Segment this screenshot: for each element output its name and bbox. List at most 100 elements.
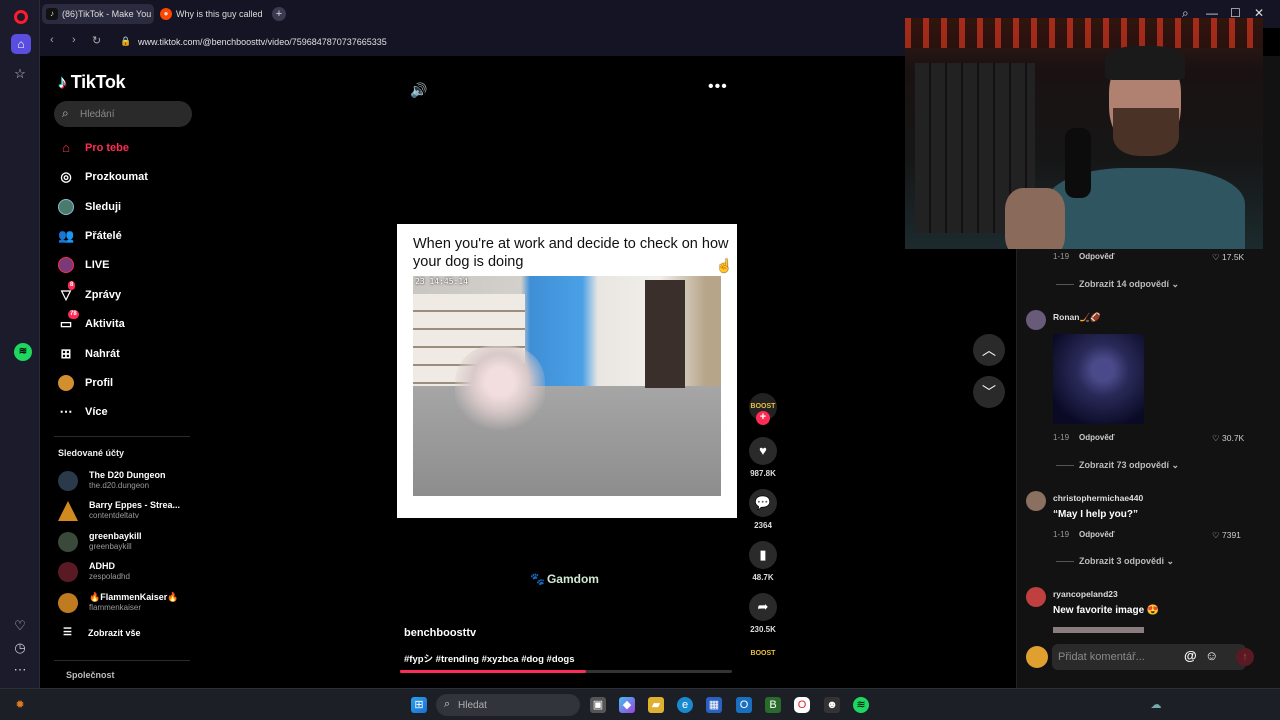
send-comment-icon[interactable]: ↑ bbox=[1236, 648, 1254, 666]
comment-icon[interactable]: 💬 bbox=[749, 489, 777, 517]
save-action[interactable]: ▮ 48.7K bbox=[748, 541, 778, 582]
reply-button[interactable]: Odpověď bbox=[1079, 252, 1115, 261]
previous-video-button[interactable]: ︿ bbox=[973, 334, 1005, 366]
opera-icon[interactable]: O bbox=[794, 697, 810, 713]
opera-logo-icon[interactable] bbox=[14, 10, 28, 24]
tiktok-logo[interactable]: ♪ TikTok bbox=[58, 72, 126, 93]
nav-upload[interactable]: ⊞ Nahrát bbox=[56, 343, 196, 365]
commenter-avatar[interactable] bbox=[1026, 587, 1046, 607]
reply-button[interactable]: Odpověď bbox=[1079, 433, 1115, 442]
view-replies-button[interactable]: Zobrazit 3 odpovědi ⌄ bbox=[1056, 556, 1174, 567]
like-action[interactable]: ♥ 987.8K bbox=[748, 437, 778, 478]
copilot-icon[interactable]: ◆ bbox=[619, 697, 635, 713]
video-hashtags[interactable]: #fypシ #trending #xyzbca #dog #dogs bbox=[404, 651, 575, 665]
video-author[interactable]: benchboosttv bbox=[404, 627, 476, 639]
heart-icon[interactable]: ♡ bbox=[12, 618, 28, 634]
comment-date: 1-19 bbox=[1053, 433, 1070, 442]
spotify-icon[interactable]: ≋ bbox=[14, 343, 32, 361]
account-handle: flammenkaiser bbox=[89, 603, 142, 612]
nav-following[interactable]: Sleduji bbox=[56, 196, 196, 218]
commenter-name[interactable]: Ronan🏒🏈 bbox=[1053, 312, 1101, 323]
mention-icon[interactable]: @ bbox=[1184, 648, 1197, 663]
nav-friends[interactable]: 👥 Přátelé bbox=[56, 225, 196, 247]
view-replies-label: Zobrazit 3 odpovědi bbox=[1079, 556, 1165, 566]
comment-likes[interactable]: ♡ 7391 bbox=[1212, 530, 1241, 541]
company-link[interactable]: Společnost bbox=[66, 670, 115, 680]
comment-image[interactable] bbox=[1053, 627, 1144, 633]
share-count: 230.5K bbox=[750, 625, 776, 634]
search-box[interactable]: ⌕ bbox=[54, 101, 192, 127]
commenter-name[interactable]: ryancopeland23 bbox=[1053, 589, 1118, 599]
logo-text: TikTok bbox=[70, 72, 126, 92]
history-icon[interactable]: ◷ bbox=[12, 640, 28, 656]
star-icon[interactable]: ☆ bbox=[12, 66, 28, 82]
nav-explore[interactable]: ◎ Prozkoumat bbox=[56, 166, 196, 188]
share-action[interactable]: ➦ 230.5K bbox=[748, 593, 778, 634]
friends-icon: 👥 bbox=[58, 228, 75, 243]
account-item[interactable]: Barry Eppes - Strea... contentdeltatv bbox=[58, 498, 198, 524]
taskbar-search[interactable]: ⌕ bbox=[436, 694, 580, 716]
account-item[interactable]: The D20 Dungeon the.d20.dungeon bbox=[58, 468, 198, 494]
back-icon[interactable]: ‹ bbox=[50, 34, 54, 46]
nav-profile[interactable]: Profil bbox=[56, 372, 196, 394]
edge-icon[interactable]: e bbox=[677, 697, 693, 713]
widget-icon[interactable]: ✹ bbox=[12, 697, 28, 713]
tab-tiktok[interactable]: ♪ (86)TikTok - Make You bbox=[42, 4, 154, 24]
comment-date: 1-19 bbox=[1053, 252, 1070, 261]
share-icon[interactable]: ➦ bbox=[749, 593, 777, 621]
comment-image[interactable] bbox=[1053, 334, 1144, 424]
commenter-avatar[interactable] bbox=[1026, 310, 1046, 330]
forward-icon[interactable]: › bbox=[72, 34, 76, 46]
new-tab-button[interactable]: + bbox=[272, 7, 286, 21]
nav-for-you[interactable]: ⌂ Pro tebe bbox=[56, 137, 196, 159]
file-explorer-icon[interactable]: ▰ bbox=[648, 697, 664, 713]
comment-input[interactable] bbox=[1058, 649, 1178, 665]
home-icon[interactable]: ⌂ bbox=[11, 34, 31, 54]
store-icon[interactable]: ▦ bbox=[706, 697, 722, 713]
tab-reddit[interactable]: ● Why is this guy called the bbox=[156, 4, 264, 24]
music-disc-icon[interactable]: BOOST bbox=[749, 650, 777, 664]
outlook-icon[interactable]: O bbox=[736, 697, 752, 713]
comment-likes[interactable]: ♡ 17.5K bbox=[1212, 252, 1244, 263]
comment-meta: 1-19 Odpověď bbox=[1053, 252, 1115, 261]
follow-button[interactable]: + bbox=[756, 411, 770, 425]
nav-activity[interactable]: ▭ 78 Aktivita bbox=[56, 310, 196, 335]
reply-button[interactable]: Odpověď bbox=[1079, 530, 1115, 539]
show-all-button[interactable]: ☰ Zobrazit vše bbox=[58, 627, 141, 638]
view-replies-button[interactable]: Zobrazit 73 odpovědí ⌄ bbox=[1056, 460, 1179, 471]
task-view-icon[interactable]: ▣ bbox=[590, 697, 606, 713]
view-replies-button[interactable]: Zobrazit 14 odpovědí ⌄ bbox=[1056, 279, 1179, 290]
start-icon[interactable]: ⊞ bbox=[411, 697, 427, 713]
nav-messages[interactable]: ▽ 8 Zprávy bbox=[56, 281, 196, 306]
video-player[interactable]: 🔊 ••• When you're at work and decide to … bbox=[200, 56, 1016, 688]
spotify-icon[interactable]: ≋ bbox=[853, 697, 869, 713]
app-b-icon[interactable]: B bbox=[765, 697, 781, 713]
next-video-button[interactable]: ﹀ bbox=[973, 376, 1005, 408]
account-item[interactable]: 🔥FlammenKaiser🔥 flammenkaiser bbox=[58, 590, 198, 616]
heart-icon[interactable]: ♥ bbox=[749, 437, 777, 465]
comment-likes[interactable]: ♡ 30.7K bbox=[1212, 433, 1244, 444]
volume-icon[interactable]: 🔊 bbox=[410, 82, 427, 99]
tray-icon[interactable]: ☁ bbox=[1148, 697, 1164, 713]
nav-more[interactable]: ⋯ Více bbox=[56, 401, 196, 423]
commenter-avatar[interactable] bbox=[1026, 491, 1046, 511]
bookmark-icon[interactable]: ▮ bbox=[749, 541, 777, 569]
comment-date: 1-19 bbox=[1053, 530, 1070, 539]
reload-icon[interactable]: ↻ bbox=[92, 34, 101, 47]
tiktok-sidebar: ♪TikTok ⌕ ⌂ Pro tebe ◎ Prozkoumat Sleduj… bbox=[40, 56, 200, 688]
comment-action[interactable]: 💬 2364 bbox=[748, 489, 778, 530]
more-options-icon[interactable]: ••• bbox=[708, 78, 728, 96]
nav-label: Více bbox=[85, 406, 108, 418]
more-icon[interactable]: ⋯ bbox=[12, 662, 28, 678]
taskbar-search-input[interactable] bbox=[458, 697, 568, 713]
video-progress-bar[interactable] bbox=[400, 670, 732, 673]
app-avatar-icon[interactable]: ☻ bbox=[824, 697, 840, 713]
account-avatar bbox=[58, 471, 78, 491]
account-item[interactable]: ADHD zespoladhd bbox=[58, 559, 198, 585]
emoji-icon[interactable]: ☺ bbox=[1205, 648, 1218, 663]
nav-live[interactable]: LIVE bbox=[56, 254, 196, 276]
search-input[interactable] bbox=[80, 105, 180, 123]
commenter-name[interactable]: christophermichae440 bbox=[1053, 493, 1143, 503]
url-field[interactable]: www.tiktok.com/@benchboosttv/video/75968… bbox=[138, 37, 387, 47]
account-item[interactable]: greenbaykill greenbaykill bbox=[58, 529, 198, 555]
